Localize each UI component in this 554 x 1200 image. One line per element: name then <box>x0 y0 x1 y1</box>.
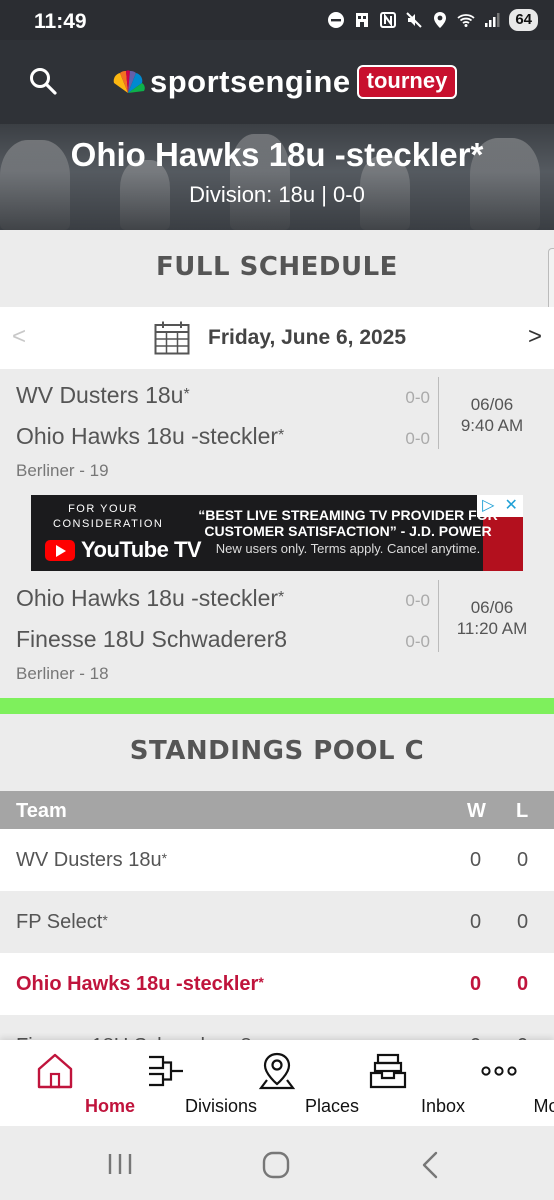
search-icon[interactable] <box>28 66 58 96</box>
game-team-away: Finesse 18U Schwaderer8 <box>16 626 288 652</box>
map-pin-icon <box>258 1052 296 1090</box>
standings-team: WV Dusters 18u* <box>16 849 168 871</box>
nav-divisions[interactable]: Divisions <box>111 1040 257 1126</box>
app-header: sportsengine tourney <box>0 40 554 124</box>
peacock-icon <box>113 70 145 93</box>
youtube-tv-ad[interactable]: FOR YOUR CONSIDERATION YouTube TV “BEST … <box>31 495 523 571</box>
standings-losses: 0 <box>517 911 529 933</box>
wifi-icon <box>457 14 475 27</box>
division-info: Division: 18u | 0-0 <box>189 182 365 207</box>
ad-quote: “BEST LIVE STREAMING TV PROVIDER FOR CUS… <box>198 507 498 539</box>
section-divider-bar <box>0 698 554 714</box>
game-date: 06/06 <box>470 395 514 414</box>
standings-heading: STANDINGS POOL C <box>129 736 425 766</box>
standings-team: FP Select* <box>16 911 108 933</box>
game-team-home: Ohio Hawks 18u -steckler* <box>16 585 285 611</box>
signal-icon <box>485 13 500 27</box>
column-wins[interactable]: W <box>467 800 486 823</box>
mute-icon <box>406 12 423 28</box>
ad-close-icon[interactable]: ✕ <box>505 498 518 514</box>
game-team-home: WV Dusters 18u* <box>16 382 190 408</box>
adchoices-icon[interactable]: ▷ <box>482 498 494 514</box>
status-time: 11:49 <box>34 10 87 33</box>
back-icon[interactable] <box>420 1151 440 1179</box>
full-schedule-heading: FULL SCHEDULE <box>156 252 398 282</box>
selected-date[interactable]: Friday, June 6, 2025 <box>208 326 406 350</box>
game-card[interactable]: WV Dusters 18u* 0-0 Ohio Hawks 18u -stec… <box>0 369 554 495</box>
game-date: 06/06 <box>470 598 514 617</box>
screen: 11:49 64 sportsengine tourney Ohio Hawks… <box>0 0 554 1200</box>
nav-places[interactable]: Places <box>222 1040 359 1126</box>
divider <box>438 377 439 449</box>
more-dots-icon <box>481 1066 517 1076</box>
home-button-icon[interactable] <box>262 1151 290 1179</box>
nav-inbox[interactable]: Inbox <box>333 1040 465 1126</box>
previous-day-button[interactable]: < <box>12 323 26 351</box>
standings-losses: 0 <box>517 973 529 995</box>
ad-choices[interactable]: ▷ ✕ <box>477 495 523 517</box>
sportsengine-logo[interactable]: sportsengine tourney <box>110 64 458 100</box>
game-venue: Berliner - 19 <box>16 461 109 480</box>
nav-more[interactable]: More <box>444 1040 554 1126</box>
date-selector: < Friday, June 6, 2025 > <box>0 307 554 369</box>
standings-wins: 0 <box>470 911 482 933</box>
inbox-icon <box>369 1053 407 1089</box>
standings-row-current-team[interactable]: Ohio Hawks 18u -steckler* 0 0 <box>0 953 554 1015</box>
standings-losses: 0 <box>517 849 529 871</box>
column-team[interactable]: Team <box>16 800 67 823</box>
bottom-navigation: Home Divisions Places Inbox Mo <box>0 1040 554 1126</box>
divider <box>438 580 439 652</box>
bracket-icon <box>149 1055 183 1087</box>
standings-wins: 0 <box>470 849 482 871</box>
standings-row[interactable]: FP Select* 0 0 <box>0 891 554 953</box>
ad-fine-print: New users only. Terms apply. Cancel anyt… <box>215 541 481 556</box>
game-team-away: Ohio Hawks 18u -steckler* <box>16 423 285 449</box>
system-navigation-bar <box>0 1126 554 1200</box>
standings-row[interactable]: WV Dusters 18u* 0 0 <box>0 829 554 891</box>
battery-indicator: 64 <box>509 9 538 31</box>
recent-apps-icon[interactable] <box>106 1152 134 1176</box>
tourney-badge: tourney <box>356 65 458 99</box>
game-score-home: 0-0 <box>405 388 430 407</box>
dnd-icon <box>328 12 345 28</box>
nfc-icon <box>380 12 397 28</box>
nav-more-label: More <box>533 1096 554 1116</box>
status-bar: 11:49 64 <box>0 0 554 40</box>
home-icon <box>37 1053 73 1089</box>
status-icons: 64 <box>327 9 538 31</box>
game-score-home: 0-0 <box>405 591 430 610</box>
game-score-away: 0-0 <box>405 429 430 448</box>
game-venue: Berliner - 18 <box>16 664 109 683</box>
standings-header-row: Team W L <box>0 791 554 829</box>
building-icon <box>356 13 369 27</box>
standings-wins: 0 <box>470 973 482 995</box>
game-time: 11:20 AM <box>456 619 528 638</box>
game-time: 9:40 AM <box>460 416 524 435</box>
next-day-button[interactable]: > <box>528 323 542 351</box>
column-losses[interactable]: L <box>516 800 528 823</box>
game-score-away: 0-0 <box>405 632 430 651</box>
brand-name: sportsengine <box>150 64 351 99</box>
team-hero: Ohio Hawks 18u -steckler* Division: 18u … <box>0 124 554 230</box>
calendar-icon[interactable] <box>154 321 190 355</box>
location-icon <box>434 12 447 28</box>
ad-consider-text: FOR YOUR CONSIDERATION <box>53 503 164 530</box>
standings-team: Ohio Hawks 18u -steckler* <box>16 973 264 995</box>
youtube-play-icon <box>45 539 75 561</box>
game-card[interactable]: Ohio Hawks 18u -steckler* 0-0 Finesse 18… <box>0 572 554 698</box>
team-title: Ohio Hawks 18u -steckler* <box>70 136 484 173</box>
nav-home[interactable]: Home <box>0 1040 135 1126</box>
